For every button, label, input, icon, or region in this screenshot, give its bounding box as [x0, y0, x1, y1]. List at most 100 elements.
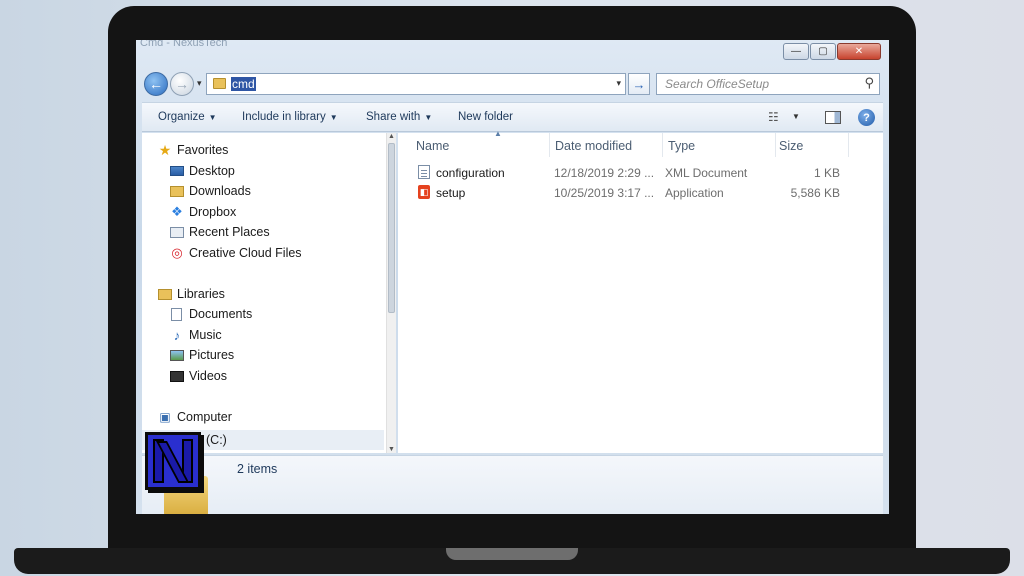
search-icon[interactable]: ⚲: [864, 75, 874, 91]
computer-icon: ▣: [159, 410, 171, 424]
channel-logo: [145, 432, 201, 490]
chevron-down-icon[interactable]: ▾: [616, 78, 621, 89]
downloads-icon: [170, 185, 184, 197]
sidebar-item-desktop[interactable]: Desktop: [170, 164, 235, 178]
organize-label: Organize: [158, 111, 205, 123]
column-header-date-modified[interactable]: Date modified: [555, 133, 663, 157]
minimize-button[interactable]: —: [783, 43, 809, 60]
share-with-button[interactable]: Share with ▼: [366, 111, 432, 123]
sort-ascending-icon: ▲: [494, 129, 502, 138]
forward-button[interactable]: →: [170, 72, 194, 96]
maximize-button[interactable]: ▢: [810, 43, 836, 60]
sidebar-item-label: Recent Places: [189, 225, 270, 239]
help-icon[interactable]: ?: [858, 109, 875, 126]
sidebar-item-videos[interactable]: Videos: [170, 369, 227, 383]
item-count: 2 items: [237, 462, 278, 476]
recent-places-icon: [170, 226, 184, 238]
chevron-down-icon: ▼: [329, 113, 338, 122]
address-bar[interactable]: cmd ▾: [206, 73, 626, 95]
organize-button[interactable]: Organize ▼: [158, 111, 217, 123]
navigation-scrollbar[interactable]: ▲ ▼: [386, 133, 396, 453]
back-arrow-icon: ←: [149, 76, 163, 92]
sidebar-item-recent-places[interactable]: Recent Places: [170, 225, 270, 239]
sidebar-item-label: Dropbox: [189, 205, 237, 219]
chevron-down-icon: ▼: [424, 113, 433, 122]
share-with-label: Share with: [366, 111, 421, 123]
computer-label: Computer: [177, 410, 232, 424]
file-row-setup[interactable]: ◧ setup 10/25/2019 3:17 ... Application …: [416, 183, 856, 203]
favorites-label: Favorites: [177, 143, 229, 157]
sidebar-item-label: Documents: [189, 307, 253, 321]
chevron-down-icon[interactable]: ▼: [792, 112, 800, 121]
dropbox-icon: ❖: [171, 204, 183, 219]
column-header-label: Name: [416, 139, 450, 153]
file-list: ▲ Name Date modified Type Size configura…: [398, 129, 883, 453]
pictures-icon: [170, 349, 184, 361]
libraries-label: Libraries: [177, 287, 225, 301]
search-input[interactable]: [657, 74, 853, 94]
file-date: 12/18/2019 2:29 ...: [554, 166, 655, 180]
file-type: XML Document: [665, 166, 748, 180]
command-bar: Organize ▼ Include in library ▼ Share with…: [142, 102, 883, 132]
sidebar-item-documents[interactable]: Documents: [170, 307, 252, 321]
sidebar-item-pictures[interactable]: Pictures: [170, 348, 234, 362]
sidebar-item-label: Music: [189, 328, 222, 342]
sidebar-item-downloads[interactable]: Downloads: [170, 184, 251, 198]
change-view-icon[interactable]: ☷: [768, 110, 779, 124]
explorer-window: Cmd - NexusTech — ▢ ✕ ← → ▾ cmd ▾ → ⚲ Or…: [136, 40, 889, 514]
file-size: 1 KB: [813, 166, 840, 180]
scroll-thumb[interactable]: [388, 143, 395, 313]
videos-icon: [170, 370, 184, 382]
libraries-icon: [158, 288, 172, 300]
documents-icon: [171, 307, 182, 321]
column-header-size[interactable]: Size: [779, 133, 849, 157]
folder-icon: [213, 78, 226, 89]
star-icon: ★: [158, 141, 172, 158]
file-row-configuration[interactable]: configuration 12/18/2019 2:29 ... XML Do…: [416, 163, 856, 183]
column-header-type[interactable]: Type: [668, 133, 776, 157]
desktop-icon: [170, 166, 184, 176]
sidebar-item-creative-cloud[interactable]: ◎ Creative Cloud Files: [170, 245, 302, 260]
drive-label: (C:): [206, 433, 227, 447]
scroll-down-icon[interactable]: ▼: [388, 446, 395, 453]
window-title: Cmd - NexusTech: [140, 40, 228, 49]
go-button[interactable]: →: [628, 73, 650, 95]
scroll-up-icon[interactable]: ▲: [388, 133, 395, 140]
close-button[interactable]: ✕: [837, 43, 881, 60]
sidebar-item-label: Creative Cloud Files: [189, 246, 302, 260]
back-button[interactable]: ←: [144, 72, 168, 96]
creative-cloud-icon: ◎: [171, 245, 183, 260]
address-path[interactable]: cmd: [231, 77, 256, 91]
sidebar-item-music[interactable]: ♪ Music: [170, 327, 222, 343]
music-icon: ♪: [173, 327, 181, 343]
preview-pane-icon[interactable]: [825, 111, 841, 124]
sidebar-item-label: Pictures: [189, 348, 235, 362]
xml-document-icon: [418, 165, 430, 179]
include-in-library-button[interactable]: Include in library ▼: [242, 111, 338, 123]
file-type: Application: [665, 186, 724, 200]
file-name: setup: [436, 186, 466, 200]
window-controls: — ▢ ✕: [782, 43, 881, 60]
navigation-pane: ★ Favorites Desktop Downloads ❖ Dropbox …: [142, 133, 392, 453]
sidebar-item-label: Videos: [189, 369, 227, 383]
column-header-name[interactable]: ▲ Name: [416, 129, 550, 157]
recent-pages-dropdown[interactable]: ▾: [197, 78, 202, 89]
details-pane: 2 items: [142, 455, 883, 514]
nav-group-computer[interactable]: ▣ Computer: [158, 410, 232, 424]
chevron-down-icon: ▼: [208, 113, 217, 122]
search-box[interactable]: ⚲: [656, 73, 880, 95]
office-setup-icon: ◧: [418, 185, 430, 199]
file-date: 10/25/2019 3:17 ...: [554, 186, 655, 200]
forward-arrow-icon: →: [175, 76, 189, 92]
logo-n-icon: [153, 439, 193, 483]
nav-group-favorites[interactable]: ★ Favorites: [158, 141, 229, 158]
include-in-library-label: Include in library: [242, 111, 326, 123]
file-name: configuration: [436, 166, 505, 180]
sidebar-item-dropbox[interactable]: ❖ Dropbox: [170, 204, 237, 219]
sidebar-item-label: Downloads: [189, 184, 251, 198]
nav-group-libraries[interactable]: Libraries: [158, 287, 225, 301]
laptop-notch: [446, 548, 578, 560]
new-folder-button[interactable]: New folder: [458, 111, 513, 123]
file-size: 5,586 KB: [790, 186, 840, 200]
sidebar-item-label: Desktop: [189, 164, 235, 178]
